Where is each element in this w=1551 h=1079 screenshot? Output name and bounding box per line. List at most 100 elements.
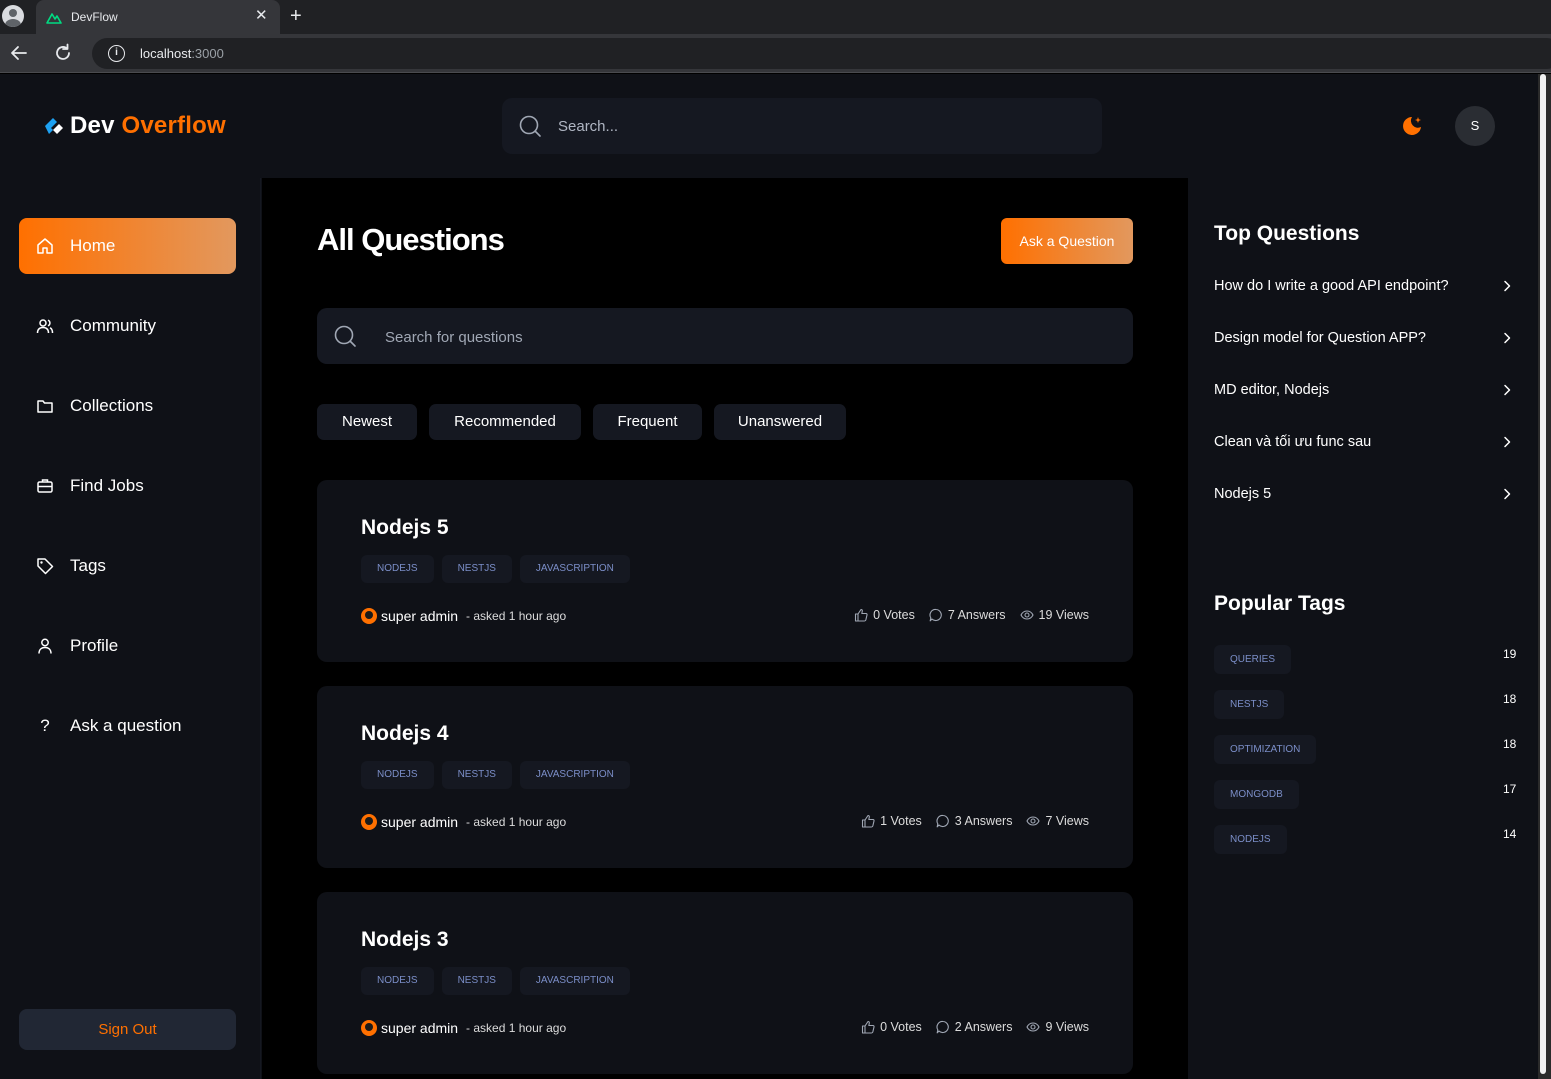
question-author[interactable]: super admin - asked 1 hour ago (361, 608, 566, 624)
top-question-link[interactable]: Nodejs 5 (1214, 483, 1514, 505)
question-title[interactable]: Nodejs 3 (361, 928, 449, 952)
views-stat: 19 Views (1019, 608, 1089, 622)
question-tag[interactable]: JAVASCRIPTION (519, 555, 630, 583)
top-question-text: Design model for Question APP? (1214, 330, 1426, 346)
sidebar-item-label: Collections (70, 396, 154, 415)
question-author[interactable]: super admin - asked 1 hour ago (361, 814, 566, 830)
popular-tag[interactable]: NESTJS (1214, 690, 1285, 719)
sidebar-item-find-jobs[interactable]: Find Jobs (19, 458, 236, 514)
popular-tag[interactable]: QUERIES (1214, 645, 1292, 674)
new-tab-icon[interactable]: + (290, 5, 302, 27)
filter-frequent[interactable]: Frequent (593, 404, 702, 440)
app-root: Dev Overflow S Home Community Collection… (0, 74, 1538, 1079)
sidebar-item-label: Home (70, 236, 116, 255)
question-tag[interactable]: NESTJS (441, 761, 512, 789)
votes-stat: 1 Votes (861, 814, 922, 828)
thumbs-up-icon (855, 608, 868, 622)
votes-count: 0 Votes (873, 608, 915, 622)
sidebar-item-home[interactable]: Home (19, 218, 236, 274)
top-question-text: Clean và tối ưu func sau (1214, 434, 1372, 450)
question-tag[interactable]: NODEJS (361, 967, 434, 995)
question-tag[interactable]: NODEJS (361, 555, 434, 583)
site-info-icon[interactable]: i (108, 45, 125, 62)
popular-tag-count: 17 (1503, 782, 1517, 796)
question-title[interactable]: Nodejs 5 (361, 516, 449, 540)
question-stats: 1 Votes 3 Answers 7 Views (861, 814, 1089, 828)
question-tag[interactable]: NESTJS (441, 967, 512, 995)
sign-out-button[interactable]: Sign Out (19, 1009, 236, 1050)
popular-tag[interactable]: NODEJS (1214, 825, 1287, 854)
question-tags: NODEJS NESTJS JAVASCRIPTION (361, 761, 630, 789)
ask-question-button[interactable]: Ask a Question (1001, 218, 1133, 264)
sidebar-item-community[interactable]: Community (19, 298, 236, 354)
top-question-link[interactable]: Clean và tối ưu func sau (1214, 431, 1514, 453)
question-search (317, 308, 1133, 364)
filter-newest[interactable]: Newest (317, 404, 417, 440)
url-text[interactable]: localhost:3000 (140, 46, 224, 61)
sidebar-item-ask-question[interactable]: ? Ask a question (19, 698, 236, 754)
answers-count: 7 Answers (947, 608, 1006, 622)
page-title: All Questions (317, 222, 505, 257)
top-question-text: Nodejs 5 (1214, 486, 1272, 502)
browser-tab-bar: DevFlow ✕ + (0, 0, 1551, 34)
asked-time: - asked 1 hour ago (466, 815, 567, 829)
browser-profile-icon[interactable] (2, 5, 24, 27)
url-host: localhost (140, 46, 192, 61)
back-arrow-icon[interactable] (8, 42, 30, 64)
votes-stat: 0 Votes (854, 608, 915, 622)
sidebar-item-label: Tags (70, 556, 106, 575)
popular-tag[interactable]: MONGODB (1214, 780, 1299, 809)
top-questions-heading: Top Questions (1214, 222, 1360, 245)
question-title[interactable]: Nodejs 4 (361, 722, 449, 746)
question-tag[interactable]: JAVASCRIPTION (519, 761, 630, 789)
filter-recommended[interactable]: Recommended (429, 404, 581, 440)
tab-close-icon[interactable]: ✕ (255, 8, 268, 24)
sidebar-item-label: Profile (70, 636, 119, 655)
author-name: super admin (381, 814, 459, 830)
chevron-right-icon (1504, 332, 1511, 344)
asked-time: - asked 1 hour ago (466, 609, 567, 623)
omnibox[interactable]: i localhost:3000 (92, 38, 1551, 69)
browser-tab[interactable]: DevFlow ✕ (36, 0, 280, 34)
top-question-link[interactable]: MD editor, Nodejs (1214, 379, 1514, 401)
popular-tags-heading: Popular Tags (1214, 592, 1346, 615)
author-avatar (361, 608, 377, 624)
views-count: 7 Views (1045, 814, 1089, 828)
chevron-right-icon (1504, 488, 1511, 500)
top-question-link[interactable]: Design model for Question APP? (1214, 327, 1514, 349)
logo-icon (45, 118, 63, 134)
sidebar-item-label: Community (70, 316, 156, 335)
top-navbar: Dev Overflow S (0, 74, 1538, 178)
question-author[interactable]: super admin - asked 1 hour ago (361, 1020, 566, 1036)
scrollbar-thumb[interactable] (1540, 74, 1546, 1074)
popular-tag-count: 19 (1503, 647, 1517, 661)
tag-icon (37, 558, 54, 575)
question-search-input[interactable] (385, 326, 1085, 348)
top-question-link[interactable]: How do I write a good API endpoint? (1214, 275, 1514, 297)
global-search (502, 98, 1102, 154)
question-tag[interactable]: NESTJS (441, 555, 512, 583)
question-tag[interactable]: NODEJS (361, 761, 434, 789)
sidebar-item-label: Find Jobs (70, 476, 144, 495)
logo[interactable]: Dev Overflow (42, 112, 226, 140)
question-card: Nodejs 3 NODEJS NESTJS JAVASCRIPTION sup… (317, 892, 1133, 1074)
views-stat: 7 Views (1026, 814, 1089, 828)
chevron-right-icon (1504, 384, 1511, 396)
sidebar-item-profile[interactable]: Profile (19, 618, 236, 674)
sidebar-item-collections[interactable]: Collections (19, 378, 236, 434)
user-avatar[interactable]: S (1455, 106, 1495, 146)
users-icon (36, 319, 54, 334)
left-sidebar: Home Community Collections Find Jobs Tag… (0, 178, 261, 1079)
question-tags: NODEJS NESTJS JAVASCRIPTION (361, 555, 630, 583)
sidebar-item-label: Ask a question (70, 716, 182, 735)
moon-theme-icon[interactable] (1398, 114, 1424, 138)
reload-icon[interactable] (52, 42, 74, 64)
filter-unanswered[interactable]: Unanswered (714, 404, 846, 440)
question-tag[interactable]: JAVASCRIPTION (519, 967, 630, 995)
page-scrollbar[interactable] (1538, 74, 1551, 1079)
sidebar-item-tags[interactable]: Tags (19, 538, 236, 594)
message-circle-icon (929, 608, 942, 622)
eye-icon (1026, 1022, 1041, 1032)
popular-tag[interactable]: OPTIMIZATION (1214, 735, 1317, 764)
global-search-input[interactable] (558, 114, 1058, 138)
